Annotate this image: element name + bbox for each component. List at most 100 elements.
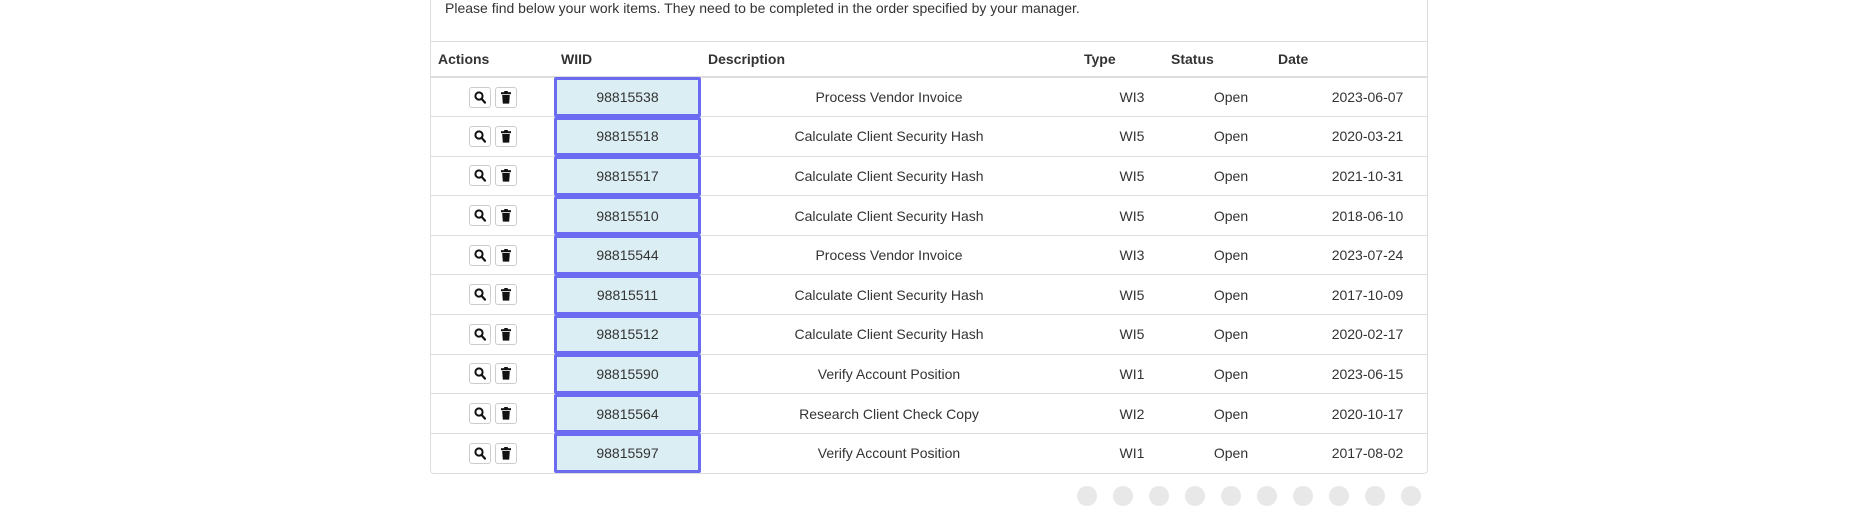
delete-button[interactable]: [494, 125, 517, 147]
header-type: Type: [1077, 42, 1164, 78]
view-button[interactable]: [468, 284, 491, 306]
date-cell: 2017-10-09: [1271, 274, 1427, 315]
delete-button[interactable]: [494, 244, 517, 266]
date-cell: 2023-06-15: [1271, 353, 1427, 394]
status-cell: Open: [1164, 393, 1271, 434]
row-actions: [431, 274, 554, 315]
view-button[interactable]: [468, 442, 491, 464]
delete-button[interactable]: [494, 403, 517, 425]
description-cell: Calculate Client Security Hash: [701, 314, 1077, 355]
page-dot[interactable]: [1329, 486, 1349, 506]
status-cell: Open: [1164, 274, 1271, 315]
type-cell: WI2: [1077, 393, 1164, 434]
delete-button[interactable]: [494, 363, 517, 385]
date-cell: 2018-06-10: [1271, 195, 1427, 236]
table-row: 98815512 Calculate Client Security Hash WI…: [431, 314, 1427, 355]
view-button[interactable]: [468, 125, 491, 147]
row-actions: [431, 116, 554, 157]
row-actions: [431, 234, 554, 275]
view-button[interactable]: [468, 86, 491, 108]
wiid-cell[interactable]: 98815512: [554, 314, 701, 355]
delete-button[interactable]: [494, 284, 517, 306]
wiid-cell[interactable]: 98815590: [554, 353, 701, 394]
page-dot[interactable]: [1401, 486, 1421, 506]
header-actions: Actions: [431, 42, 554, 78]
intro-text: Please find below your work items. They …: [445, 0, 1080, 16]
header-date: Date: [1271, 42, 1427, 78]
table-row: 98815590 Verify Account Position WI1 Open 20…: [431, 353, 1427, 394]
page-dot[interactable]: [1365, 486, 1385, 506]
page-dot[interactable]: [1293, 486, 1313, 506]
view-button[interactable]: [468, 205, 491, 227]
type-cell: WI5: [1077, 314, 1164, 355]
table-row: 98815517 Calculate Client Security Hash WI…: [431, 155, 1427, 196]
view-button[interactable]: [468, 363, 491, 385]
description-cell: Calculate Client Security Hash: [701, 116, 1077, 157]
view-button[interactable]: [468, 244, 491, 266]
wiid-cell[interactable]: 98815510: [554, 195, 701, 236]
work-items-panel: Please find below your work items. They …: [430, 0, 1428, 474]
page-dot[interactable]: [1185, 486, 1205, 506]
date-cell: 2021-10-31: [1271, 155, 1427, 196]
type-cell: WI1: [1077, 353, 1164, 394]
header-description: Description: [701, 42, 1077, 78]
description-cell: Process Vendor Invoice: [701, 234, 1077, 275]
page-dot[interactable]: [1149, 486, 1169, 506]
description-cell: Process Vendor Invoice: [815, 89, 963, 106]
type-cell: WI5: [1077, 155, 1164, 196]
type-cell: WI5: [1077, 195, 1164, 236]
page-dot[interactable]: [1113, 486, 1133, 506]
view-button[interactable]: [468, 403, 491, 425]
table-row: 98815544 Process Vendor Invoice WI3 Open 202…: [431, 234, 1427, 275]
date-cell: 2020-03-21: [1271, 116, 1427, 157]
table-row: 98815510 Calculate Client Security Hash WI…: [431, 195, 1427, 236]
header-status: Status: [1164, 42, 1271, 78]
page-dot[interactable]: [1077, 486, 1097, 506]
date-cell: 2023-07-24: [1271, 234, 1427, 275]
delete-button[interactable]: [494, 86, 517, 108]
page-dot[interactable]: [1257, 486, 1277, 506]
wiid-cell[interactable]: 98815517: [554, 155, 701, 196]
wiid-cell[interactable]: 98815544: [554, 234, 701, 275]
row-actions: [431, 393, 554, 434]
date-cell: 2023-06-07: [1331, 89, 1404, 106]
view-button[interactable]: [468, 165, 491, 187]
wiid-cell[interactable]: 98815518: [554, 116, 701, 157]
delete-button[interactable]: [494, 442, 517, 464]
type-cell: WI5: [1077, 116, 1164, 157]
wiid-cell[interactable]: 98815538: [554, 77, 701, 117]
row-actions: [431, 195, 554, 236]
type-cell: WI5: [1077, 274, 1164, 315]
row-actions: [431, 155, 554, 196]
wiid-cell[interactable]: 98815511: [554, 274, 701, 315]
type-cell: WI1: [1077, 432, 1164, 473]
date-cell: 2020-02-17: [1271, 314, 1427, 355]
status-cell: Open: [1164, 234, 1271, 275]
table-row: 98815518 Calculate Client Security Hash WI…: [431, 116, 1427, 157]
description-cell: Verify Account Position: [701, 353, 1077, 394]
table-row: 98815538 Process Vendor Invoice WI3 Open 202…: [431, 77, 1427, 117]
date-cell: 2017-08-02: [1271, 432, 1427, 473]
wiid-cell[interactable]: 98815597: [554, 432, 701, 473]
description-cell: Verify Account Position: [701, 432, 1077, 473]
type-cell: WI3: [1077, 234, 1164, 275]
type-cell: WI3: [1119, 89, 1145, 106]
row-actions: [431, 432, 554, 473]
work-items-table: Actions WIID Description Type Status Dat…: [431, 42, 1427, 473]
status-cell: Open: [1213, 89, 1249, 106]
delete-button[interactable]: [494, 323, 517, 345]
description-cell: Calculate Client Security Hash: [701, 274, 1077, 315]
status-cell: Open: [1164, 155, 1271, 196]
view-button[interactable]: [468, 323, 491, 345]
table-header-row: Actions WIID Description Type Status Dat…: [431, 42, 1427, 78]
page-dot[interactable]: [1221, 486, 1241, 506]
date-cell: 2020-10-17: [1271, 393, 1427, 434]
table-row: 98815564 Research Client Check Copy WI2 Ope…: [431, 393, 1427, 434]
status-cell: Open: [1164, 195, 1271, 236]
delete-button[interactable]: [494, 205, 517, 227]
status-cell: Open: [1164, 314, 1271, 355]
delete-button[interactable]: [494, 165, 517, 187]
row-actions: [431, 77, 554, 117]
wiid-cell[interactable]: 98815564: [554, 393, 701, 434]
status-cell: Open: [1164, 116, 1271, 157]
